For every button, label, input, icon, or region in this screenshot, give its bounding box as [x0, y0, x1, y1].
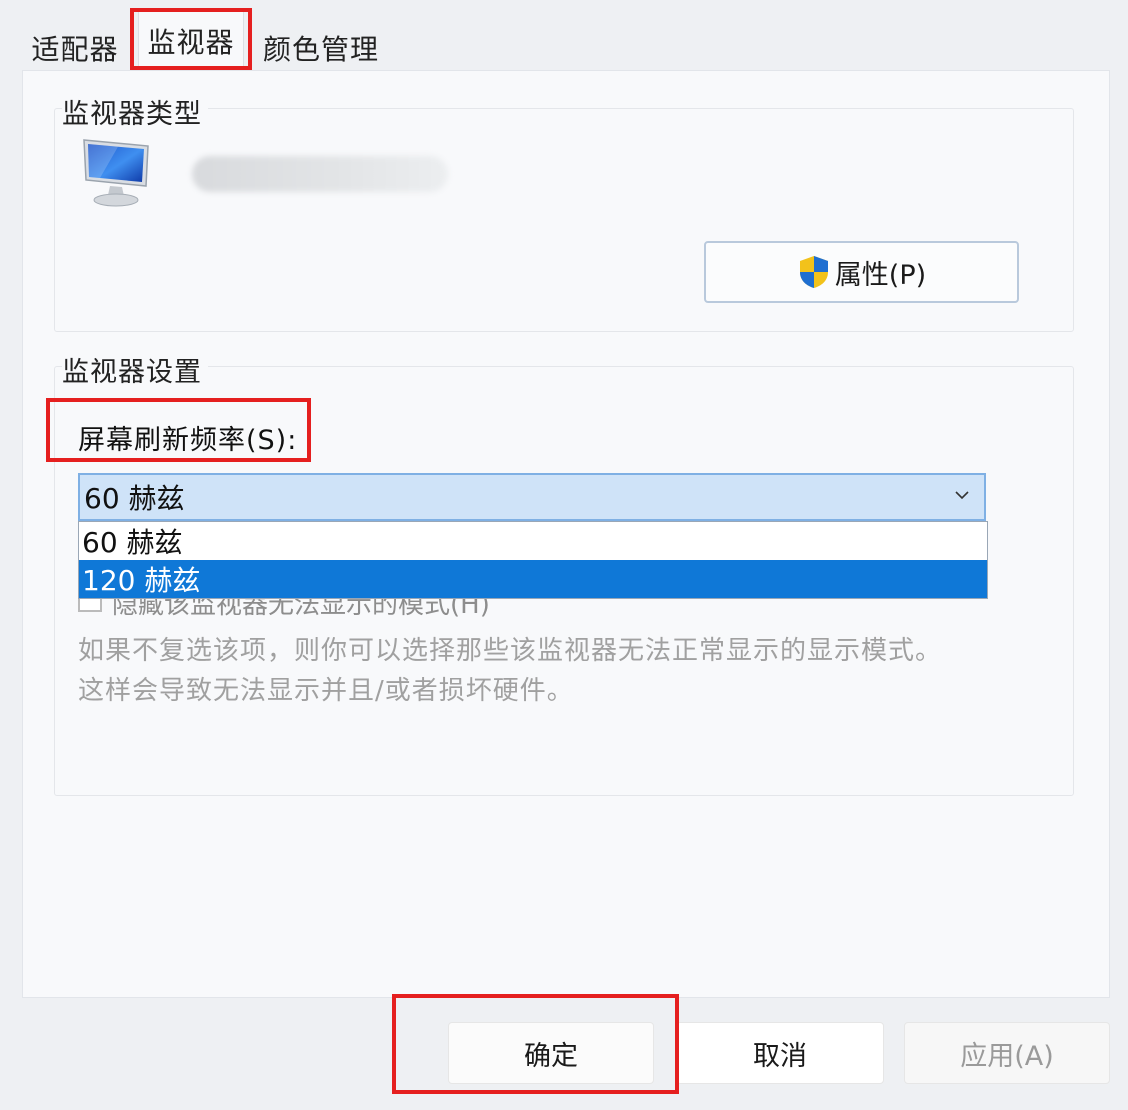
apply-button[interactable]: 应用(A) — [904, 1022, 1110, 1084]
chevron-down-icon — [955, 491, 969, 500]
ok-button[interactable]: 确定 — [448, 1022, 654, 1084]
hint-text-line2: 这样会导致无法显示并且/或者损坏硬件。 — [78, 676, 574, 706]
hint-text-line1: 如果不复选该项，则你可以选择那些该监视器无法正常显示的显示模式。 — [78, 636, 943, 666]
monitor-name-redacted — [192, 156, 448, 192]
refresh-rate-dropdown: 60 赫兹 120 赫兹 — [78, 521, 988, 599]
tab-adapter[interactable]: 适配器 — [22, 20, 128, 76]
refresh-rate-value: 60 赫兹 — [84, 482, 185, 515]
properties-button[interactable]: 属性(P) — [704, 241, 1019, 303]
tab-monitor[interactable]: 监视器 — [138, 10, 244, 70]
monitor-settings-title: 监视器设置 — [62, 350, 208, 389]
refresh-option-120hz[interactable]: 120 赫兹 — [79, 560, 987, 598]
tab-color-management[interactable]: 颜色管理 — [254, 20, 388, 76]
properties-button-label: 属性(P) — [834, 259, 927, 291]
cancel-button[interactable]: 取消 — [676, 1022, 884, 1084]
refresh-rate-select[interactable]: 60 赫兹 — [78, 473, 986, 521]
monitor-icon — [83, 139, 149, 207]
refresh-rate-label: 屏幕刷新频率(S): — [78, 425, 298, 456]
refresh-option-60hz[interactable]: 60 赫兹 — [79, 522, 987, 560]
uac-shield-icon — [799, 256, 828, 288]
display-properties-dialog: 适配器 监视器 颜色管理 监视器类型 属性(P) 监视器设置 屏幕刷新频率(S) — [0, 0, 1128, 1110]
monitor-type-title: 监视器类型 — [62, 92, 208, 131]
